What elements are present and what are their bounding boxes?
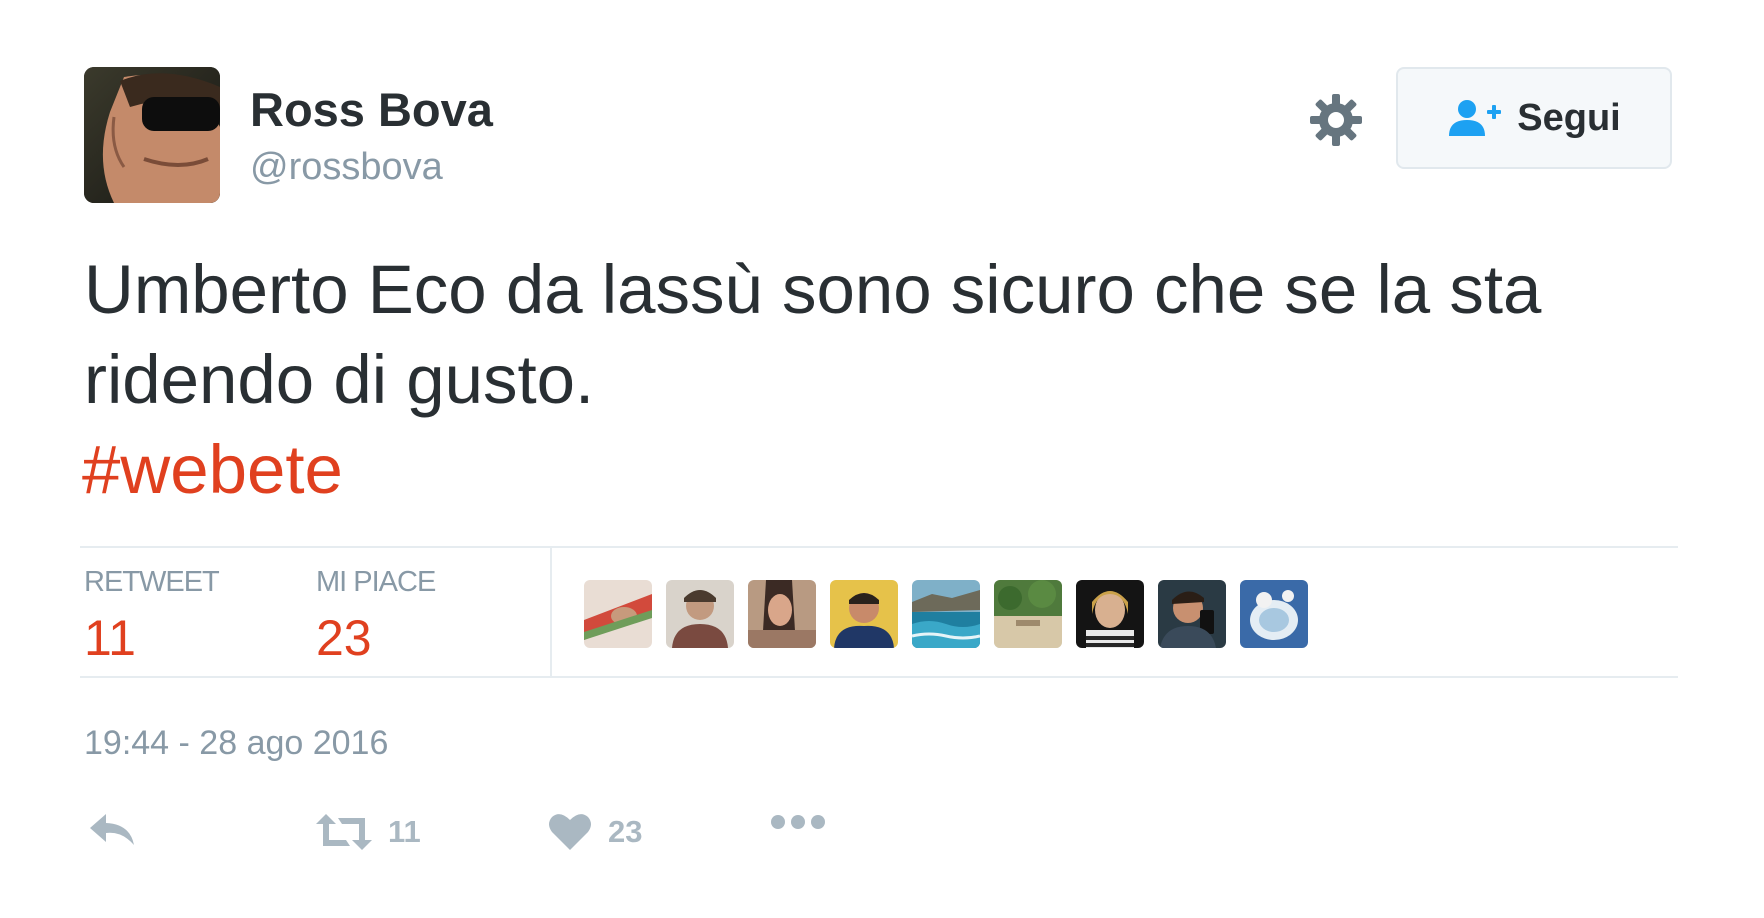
reply-icon [90, 814, 134, 845]
like-button[interactable]: 23 [548, 812, 642, 852]
retweet-stat[interactable]: RETWEET 11 [84, 566, 220, 667]
retweet-action-count: 11 [388, 814, 421, 849]
follow-button-label: Segui [1517, 96, 1621, 139]
likes-stat-count: 23 [316, 610, 372, 666]
more-button[interactable] [770, 812, 826, 832]
timestamp[interactable]: 19:44 - 28 ago 2016 [84, 724, 388, 763]
divider [80, 546, 1678, 548]
liker-avatar[interactable] [748, 580, 816, 648]
liker-avatar[interactable] [1076, 580, 1144, 648]
user-handle[interactable]: @rossbova [250, 146, 443, 189]
like-action-count: 23 [608, 814, 643, 849]
retweet-button[interactable]: 11 [316, 812, 421, 852]
hashtag-link[interactable]: #webete [82, 425, 343, 515]
liker-avatar[interactable] [912, 580, 980, 648]
avatar-image [84, 67, 220, 203]
avatar[interactable] [84, 67, 220, 203]
liker-avatar[interactable] [584, 580, 652, 648]
retweet-stat-count: 11 [84, 610, 136, 666]
user-name[interactable]: Ross Bova [250, 82, 493, 137]
divider [80, 676, 1678, 678]
liker-avatar[interactable] [1240, 580, 1308, 648]
liker-avatar[interactable] [1158, 580, 1226, 648]
gear-icon[interactable] [1308, 92, 1364, 148]
likes-stat[interactable]: MI PIACE 23 [316, 566, 436, 667]
reply-button[interactable] [88, 812, 138, 848]
more-icon [771, 815, 825, 829]
tweet-card: Ross Bova @rossbova Segui Umberto Eco da… [0, 0, 1764, 918]
liker-avatar[interactable] [666, 580, 734, 648]
user-add-icon [1449, 100, 1502, 136]
retweet-stat-label: RETWEET [84, 566, 220, 598]
likes-stat-label: MI PIACE [316, 566, 436, 598]
follow-button[interactable]: Segui [1396, 67, 1672, 169]
divider [550, 547, 552, 677]
heart-icon [549, 814, 591, 850]
likers-avatars [584, 580, 1308, 648]
liker-avatar[interactable] [994, 580, 1062, 648]
retweet-icon [316, 814, 372, 850]
liker-avatar[interactable] [830, 580, 898, 648]
tweet-text: Umberto Eco da lassù sono sicuro che se … [84, 251, 1542, 418]
